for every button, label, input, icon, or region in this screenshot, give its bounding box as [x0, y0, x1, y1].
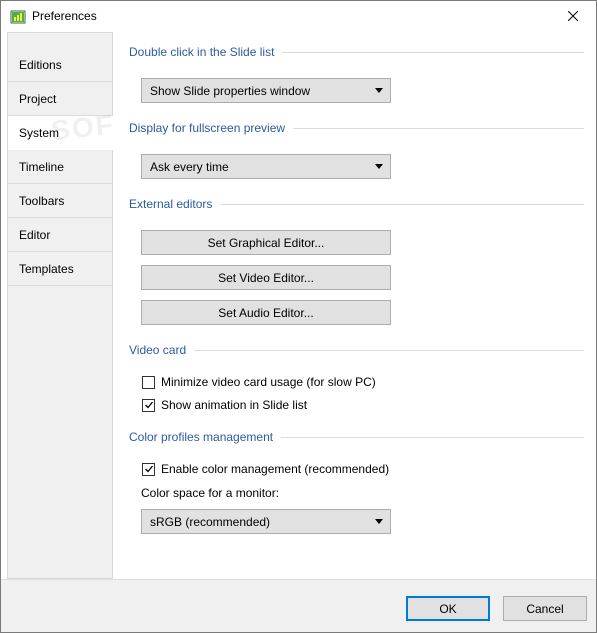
checkbox-label: Minimize video card usage (for slow PC)	[161, 375, 376, 389]
sidebar-item-system[interactable]: System	[8, 116, 114, 150]
system-settings-panel: Double click in the Slide list Show Slid…	[113, 32, 596, 579]
video-card-group-header: Video card	[129, 343, 584, 357]
app-icon	[10, 9, 26, 25]
divider	[281, 436, 584, 438]
checkbox-label: Show animation in Slide list	[161, 398, 308, 412]
checkbox-box[interactable]	[142, 398, 155, 412]
double-click-group-header: Double click in the Slide list	[129, 45, 584, 59]
divider	[282, 51, 584, 53]
ok-button[interactable]: OK	[406, 596, 490, 621]
color-profiles-group-header: Color profiles management	[129, 430, 584, 444]
checkmark-icon	[144, 401, 153, 409]
title-bar: Preferences	[1, 1, 596, 32]
minimize-video-card-checkbox[interactable]: Minimize video card usage (for slow PC)	[142, 375, 376, 389]
group-header-label: Display for fullscreen preview	[129, 121, 286, 135]
set-video-editor-button[interactable]: Set Video Editor...	[141, 265, 391, 290]
monitor-color-space-select[interactable]: sRGB (recommended)	[141, 509, 391, 534]
show-animation-checkbox[interactable]: Show animation in Slide list	[142, 398, 307, 412]
sidebar-item-label: System	[19, 125, 60, 140]
preferences-window: Preferences Editions Project System Time…	[0, 0, 597, 633]
sidebar-item-editor[interactable]: Editor	[8, 218, 112, 252]
fullscreen-preview-group-header: Display for fullscreen preview	[129, 121, 584, 135]
sidebar-item-timeline[interactable]: Timeline	[8, 150, 112, 184]
group-header-label: Video card	[129, 343, 187, 357]
sidebar-item-label: Editor	[19, 227, 51, 242]
selected-value: sRGB (recommended)	[150, 514, 271, 529]
chevron-down-icon	[375, 88, 383, 93]
double-click-action-select[interactable]: Show Slide properties window	[141, 78, 391, 103]
sidebar: Editions Project System Timeline Toolbar…	[7, 32, 114, 579]
chevron-down-icon	[375, 519, 383, 524]
sidebar-item-label: Editions	[19, 57, 62, 72]
chevron-down-icon	[375, 164, 383, 169]
selected-value: Show Slide properties window	[150, 83, 311, 98]
sidebar-item-label: Project	[19, 91, 57, 106]
external-editors-group-header: External editors	[129, 197, 584, 211]
sidebar-item-project[interactable]: Project	[8, 82, 112, 116]
divider	[220, 203, 584, 205]
group-header-label: External editors	[129, 197, 213, 211]
cancel-button[interactable]: Cancel	[503, 596, 587, 621]
divider	[194, 349, 584, 351]
close-icon	[567, 10, 579, 24]
sidebar-item-templates[interactable]: Templates	[8, 252, 112, 286]
selected-value: Ask every time	[150, 159, 229, 174]
group-header-label: Color profiles management	[129, 430, 274, 444]
checkbox-box[interactable]	[142, 375, 155, 389]
group-header-label: Double click in the Slide list	[129, 45, 275, 59]
sidebar-item-label: Toolbars	[19, 193, 65, 208]
divider	[293, 127, 584, 129]
sidebar-item-toolbars[interactable]: Toolbars	[8, 184, 112, 218]
close-button[interactable]	[550, 1, 596, 32]
sidebar-item-label: Templates	[19, 261, 74, 276]
monitor-color-space-label: Color space for a monitor:	[141, 486, 280, 500]
sidebar-item-label: Timeline	[19, 159, 64, 174]
checkbox-box[interactable]	[142, 462, 155, 476]
checkbox-label: Enable color management (recommended)	[161, 462, 390, 476]
dialog-footer: OK Cancel	[1, 579, 596, 632]
sidebar-item-editions[interactable]: Editions	[8, 48, 112, 82]
window-title: Preferences	[32, 9, 97, 23]
checkmark-icon	[144, 465, 153, 473]
enable-color-management-checkbox[interactable]: Enable color management (recommended)	[142, 462, 389, 476]
set-audio-editor-button[interactable]: Set Audio Editor...	[141, 300, 391, 325]
set-graphical-editor-button[interactable]: Set Graphical Editor...	[141, 230, 391, 255]
fullscreen-display-select[interactable]: Ask every time	[141, 154, 391, 179]
